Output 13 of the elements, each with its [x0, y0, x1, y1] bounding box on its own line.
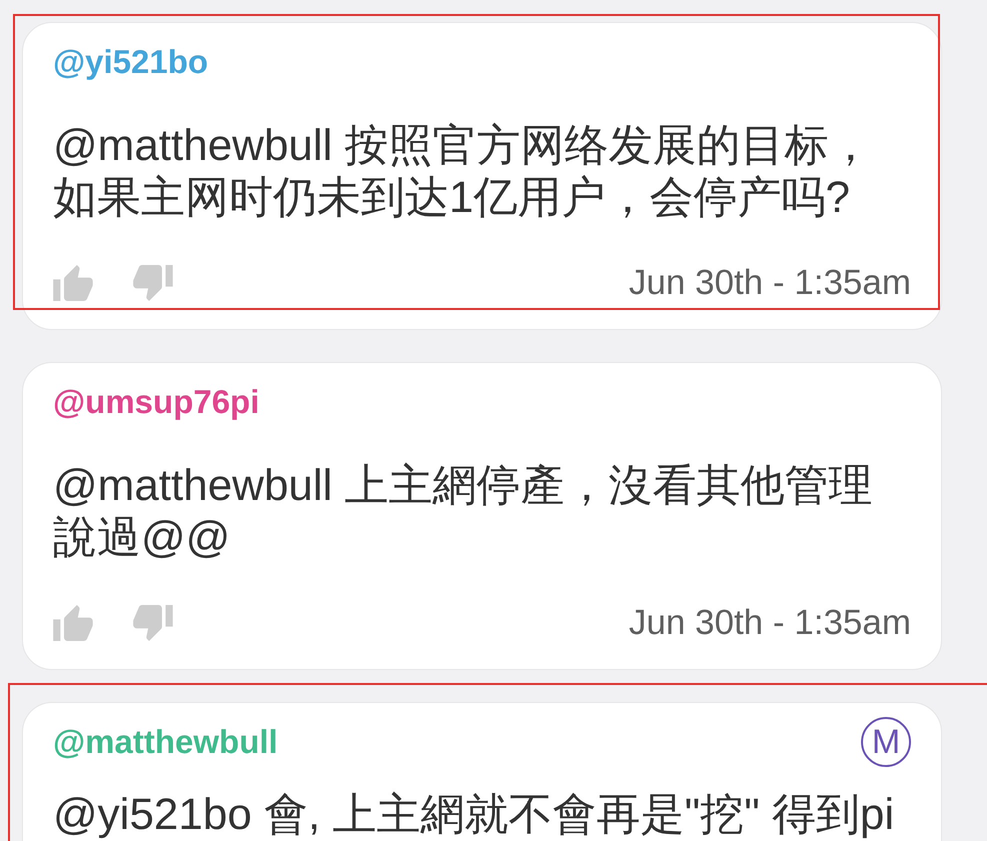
thumbs-up-icon[interactable] [53, 265, 93, 301]
username[interactable]: @umsup76pi [53, 382, 260, 422]
comment-text: @yi521bo 會, 上主網就不會再是"挖" 得到pi [53, 789, 896, 841]
comment-text: @matthewbull 按照官方网络发展的目标，如果主网时仍未到达1亿用户，会停产吗? [53, 120, 874, 224]
comment-text: @matthewbull 上主網停產，沒看其他管理說過@@ [53, 460, 874, 564]
thumbs-down-icon[interactable] [133, 605, 173, 641]
timestamp: Jun 30th - 1:35am [628, 603, 911, 643]
thumbs-up-icon[interactable] [53, 605, 93, 641]
thumbs-down-icon[interactable] [133, 265, 173, 301]
user-badge: M [861, 717, 911, 767]
timestamp: Jun 30th - 1:35am [628, 263, 911, 303]
username[interactable]: @matthewbull [53, 722, 278, 762]
username[interactable]: @yi521bo [53, 42, 208, 82]
